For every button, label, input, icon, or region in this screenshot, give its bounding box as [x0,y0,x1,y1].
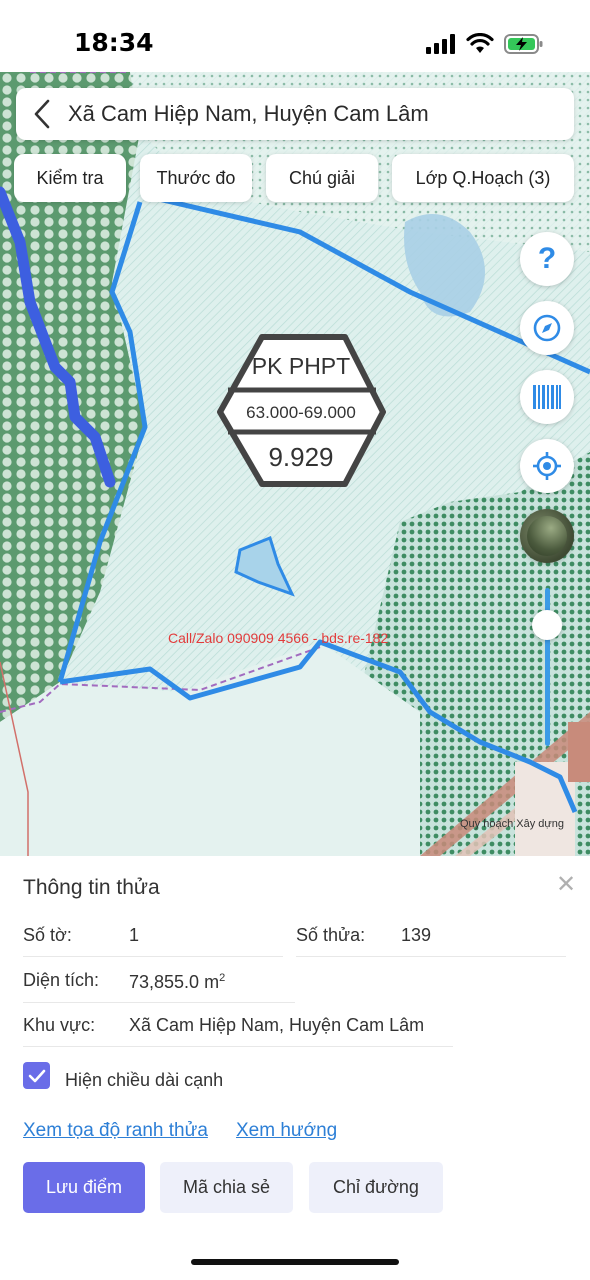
dien-tich-label: Diện tích: [23,970,100,990]
status-icons [426,32,544,56]
home-indicator [191,1259,399,1265]
khu-vuc-label: Khu vực: [23,1015,96,1035]
panel-title: Thông tin thửa [23,876,160,899]
map-layer-caption: Quy hoạch Xây dựng [460,818,564,830]
location-title: Xã Cam Hiệp Nam, Huyện Cam Lâm [68,101,429,126]
location-header: Xã Cam Hiệp Nam, Huyện Cam Lâm [16,88,574,140]
view-boundary-coords-link[interactable]: Xem tọa độ ranh thửa [23,1120,208,1142]
tool-chu-giai[interactable]: Chú giải [266,154,378,202]
view-direction-link[interactable]: Xem hướng [236,1120,337,1142]
help-button[interactable]: ? [520,232,574,286]
status-bar: 18:34 [0,0,590,72]
chevron-left-icon [34,99,50,129]
checkmark-icon [28,1069,45,1082]
tool-lop-quy-hoach[interactable]: Lớp Q.Hoạch (3) [392,154,574,202]
so-thua-value: 139 [401,925,432,945]
zoom-slider-handle[interactable] [532,610,562,640]
satellite-layer-icon [527,516,567,556]
zone-range-label: 63.000-69.000 [246,403,356,422]
divider [296,956,566,957]
parcel-info-panel: Thông tin thửa ✕ Số tờ: 1 Số thửa: 139 D… [0,856,590,1280]
so-thua-label: Số thửa: [296,925,366,945]
satellite-layer-button[interactable] [520,509,574,563]
help-icon: ? [537,242,557,275]
battery-charging-icon [504,34,543,54]
watermark-text: Call/Zalo 090909 4566 - bds.re-182 [168,630,389,646]
show-edge-length-label[interactable]: Hiện chiều dài cạnh [65,1070,223,1091]
close-icon[interactable]: ✕ [556,870,576,899]
locate-icon [533,452,561,480]
divider [23,1046,453,1047]
locate-button[interactable] [520,439,574,493]
tool-kiem-tra[interactable]: Kiểm tra [14,154,126,202]
so-to-value: 1 [129,925,140,945]
tool-thuoc-do[interactable]: Thước đo [140,154,252,202]
zone-value-label: 9.929 [268,442,333,472]
divider [23,1002,295,1003]
dien-tich-value: 73,855.0 m2 [129,972,226,992]
divider [23,956,283,957]
wifi-icon [466,33,494,53]
barcode-button[interactable] [520,370,574,424]
save-point-button[interactable]: Lưu điểm [23,1162,145,1213]
barcode-icon [533,385,561,409]
back-button[interactable] [16,88,68,140]
khu-vuc-value: Xã Cam Hiệp Nam, Huyện Cam Lâm [129,1015,425,1035]
show-edge-length-checkbox[interactable] [23,1062,50,1089]
directions-button[interactable]: Chỉ đường [309,1162,443,1213]
status-time: 18:34 [74,28,154,57]
signal-icon [426,34,455,54]
compass-icon [533,314,561,342]
so-to-label: Số tờ: [23,925,72,945]
zone-code-label: PK PHPT [252,353,350,379]
compass-button[interactable] [520,301,574,355]
share-code-button[interactable]: Mã chia sẻ [160,1162,293,1213]
